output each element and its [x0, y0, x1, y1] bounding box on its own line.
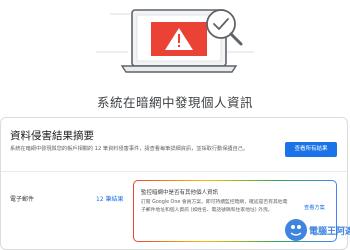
view-all-results-button[interactable]: 查看所有結果 — [285, 142, 337, 157]
watermark-logo: 電腦王阿達 — [285, 219, 350, 241]
card-description: 系統在暗網中發現與您的帳戶相關的 12 筆資料侵害事件，請查看每筆詳細資訊，並採… — [10, 146, 249, 152]
promo-title: 監控暗網中是否有其他個人資訊 — [141, 190, 219, 196]
email-results-link[interactable]: 12 筆結果 — [96, 194, 124, 203]
page-title: 系統在暗網中發現個人資訊 — [96, 95, 253, 110]
dark-web-illustration — [96, 9, 254, 73]
page: 系統在暗網中發現個人資訊 資料侵害結果摘要 系統在暗網中發現與您的帳戶相關的 1… — [0, 0, 350, 250]
promo-body: 訂閱 Google One 會員方案，即可持續監控暗網，確認是否有其他電子郵件地… — [141, 200, 288, 213]
email-row-label: 電子郵件 — [10, 196, 35, 203]
card-title: 資料侵害結果摘要 — [10, 130, 94, 142]
watermark-text: 電腦王阿達 — [309, 225, 350, 237]
card-divider — [1, 171, 347, 172]
